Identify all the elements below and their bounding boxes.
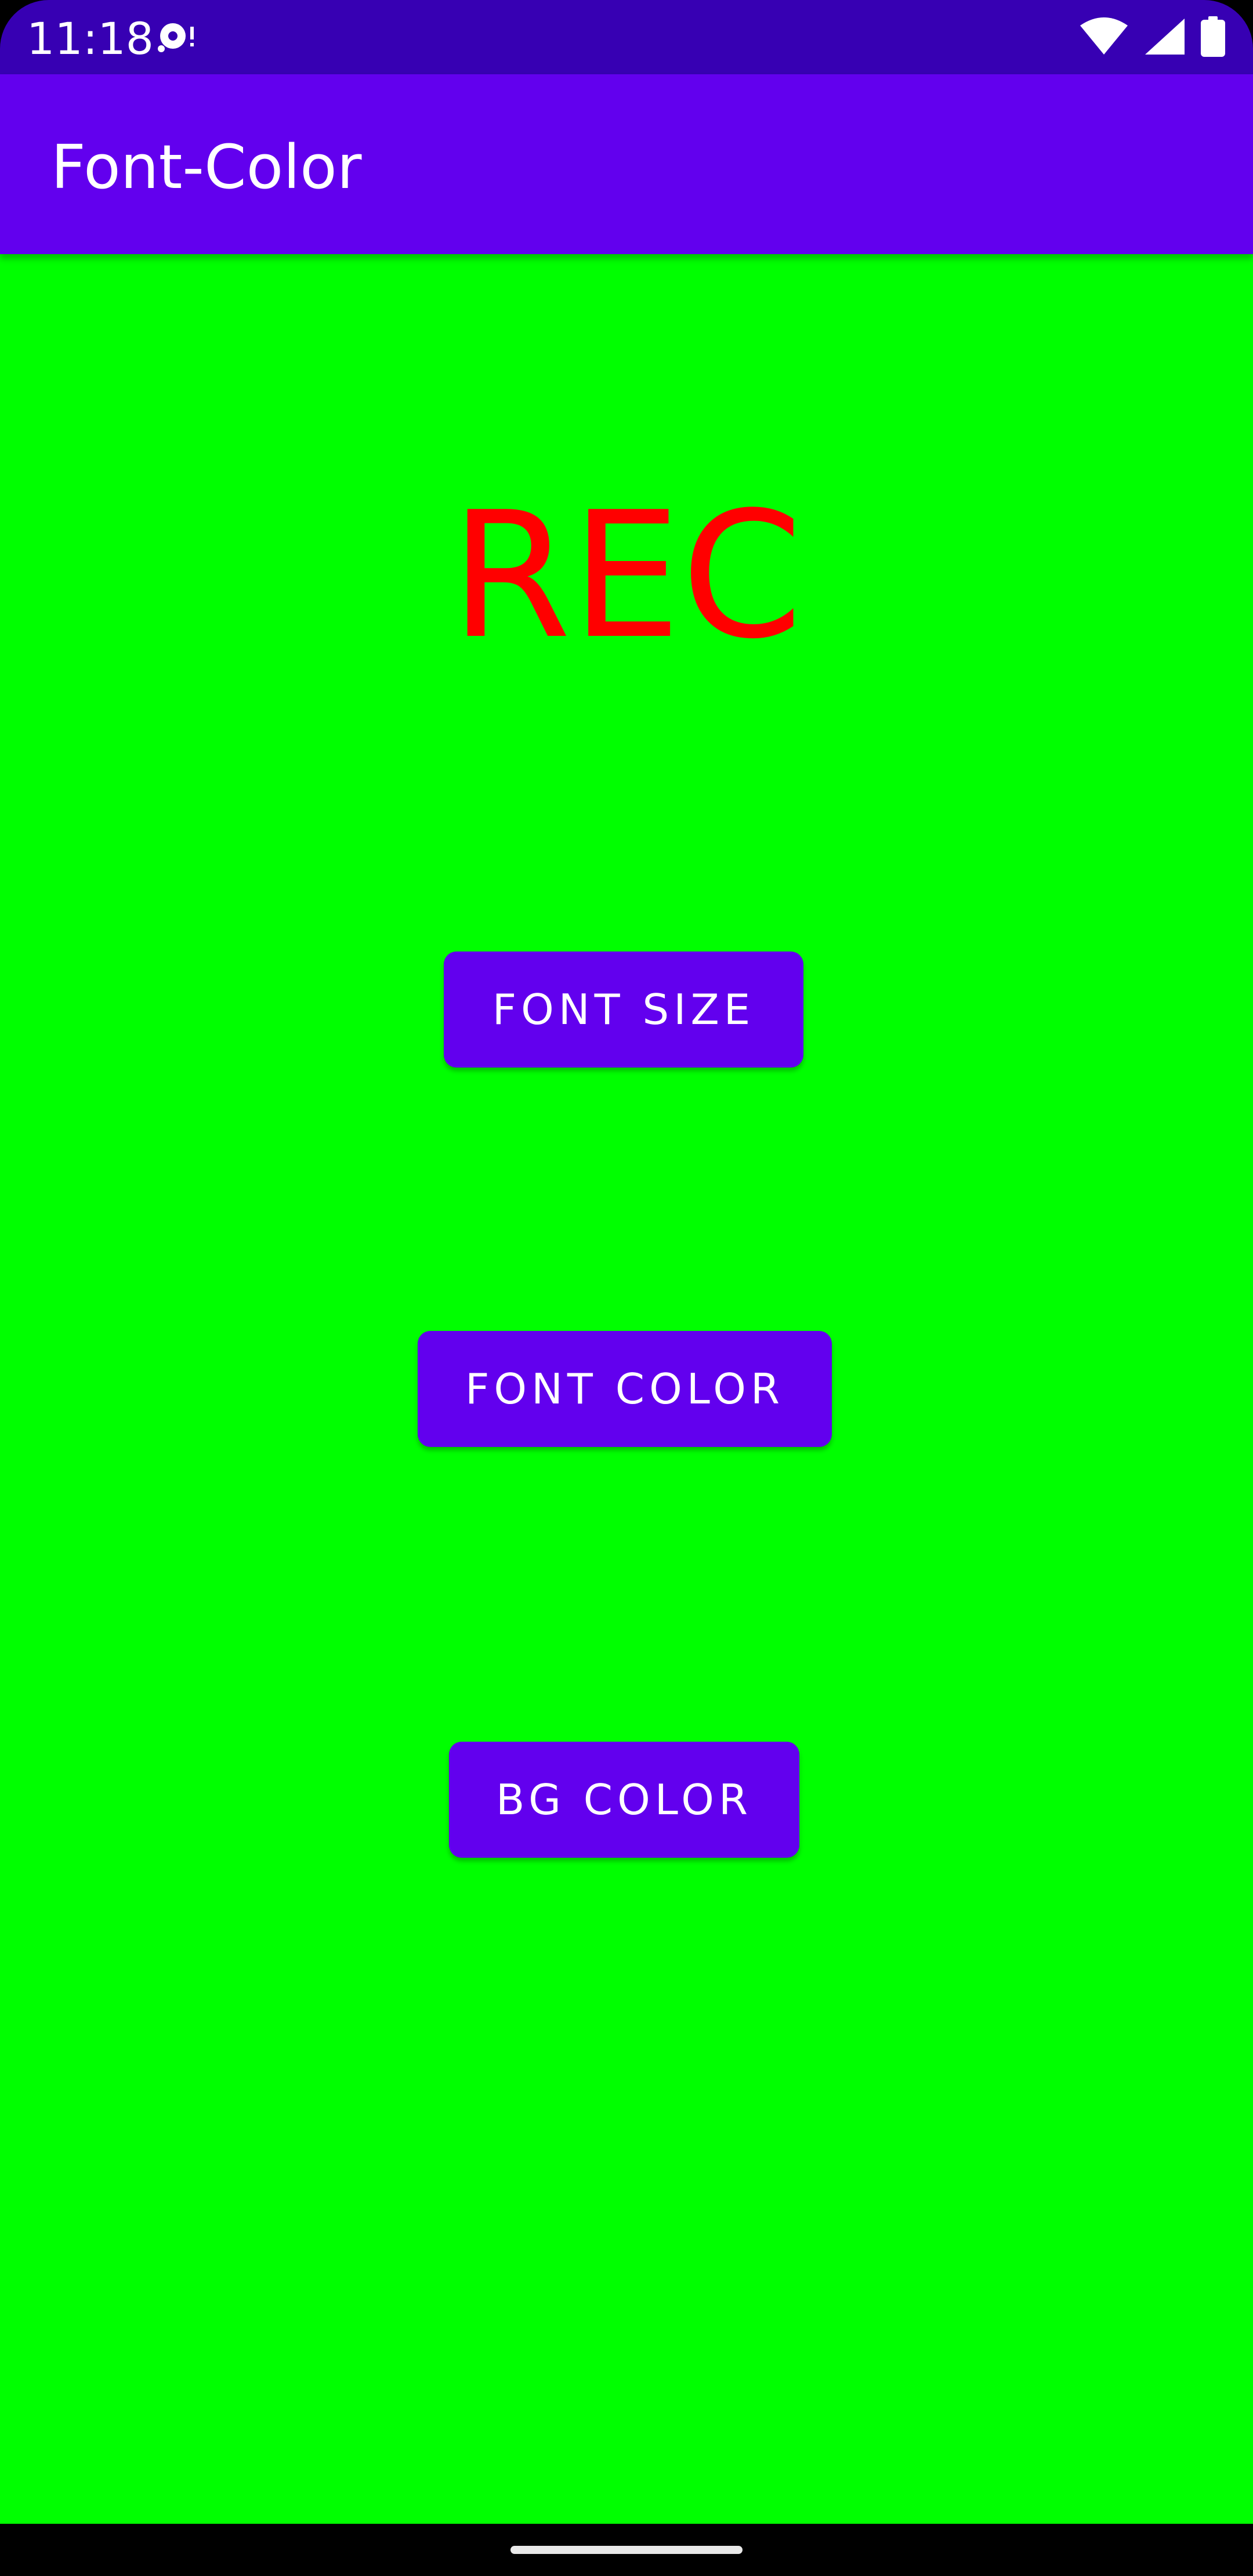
main-content: REC FONT SIZE FONT COLOR BG COLOR xyxy=(0,254,1253,2524)
app-bar: Font-Color xyxy=(0,74,1253,254)
battery-icon xyxy=(1201,16,1225,60)
display-text: REC xyxy=(450,475,803,677)
wifi-icon xyxy=(1079,17,1129,59)
cellular-signal-icon xyxy=(1144,17,1186,59)
phone-screen: 11:18 Font-Color REC FONT SIZE FONT COLO… xyxy=(0,0,1253,2576)
bg-color-button[interactable]: BG COLOR xyxy=(449,1742,799,1858)
font-color-button[interactable]: FONT COLOR xyxy=(418,1331,832,1447)
navigation-bar xyxy=(0,2524,1253,2576)
status-time: 11:18 xyxy=(27,13,154,64)
status-icons xyxy=(1079,16,1225,60)
app-title: Font-Color xyxy=(51,132,362,202)
media-notification-icon xyxy=(157,19,203,56)
font-size-button[interactable]: FONT SIZE xyxy=(444,951,803,1068)
home-gesture-handle[interactable] xyxy=(510,2546,743,2554)
status-bar: 11:18 xyxy=(0,0,1253,74)
